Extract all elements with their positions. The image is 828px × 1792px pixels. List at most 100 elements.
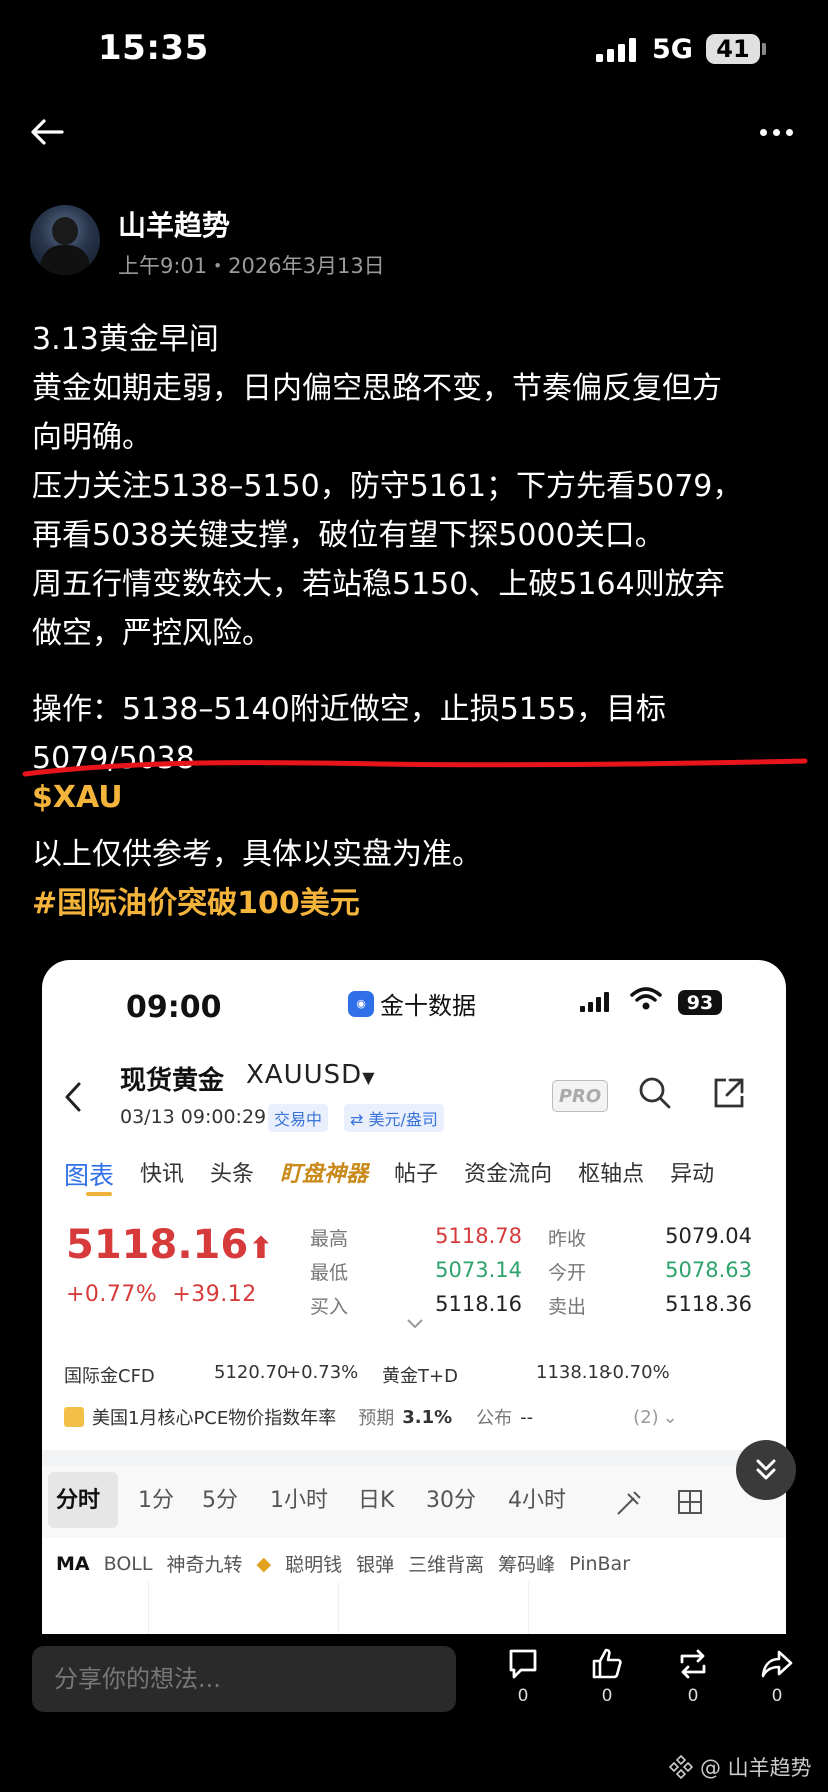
more-dot-icon xyxy=(773,128,780,136)
event-label: 美国1月核心PCE物价指数年率 xyxy=(92,1408,337,1429)
author-name[interactable]: 山羊趋势 xyxy=(118,204,230,244)
td-pct: -0.70% xyxy=(606,1362,670,1383)
active-tab-indicator xyxy=(86,1192,112,1196)
indicator-chip[interactable]: 筹码峰 xyxy=(498,1550,555,1577)
share-out-icon[interactable] xyxy=(712,1076,746,1110)
unit-badge[interactable]: ⇄ 美元/盎司 xyxy=(344,1104,444,1132)
comment-button[interactable]: 0 xyxy=(498,1646,548,1706)
period-30m[interactable]: 30分 xyxy=(426,1482,476,1514)
post-line: 再看5038关键支撑，破位有望下探5000关口。 xyxy=(32,518,665,553)
period-1m[interactable]: 1分 xyxy=(138,1482,174,1514)
tab-headlines[interactable]: 头条 xyxy=(210,1156,254,1192)
avatar[interactable] xyxy=(30,205,100,275)
wifi-icon xyxy=(630,987,662,1010)
tab-monitor[interactable]: 盯盘神器 xyxy=(280,1156,368,1192)
share-arrow-icon xyxy=(761,1650,793,1678)
red-underline-annotation xyxy=(22,758,808,777)
tab-flash[interactable]: 快讯 xyxy=(140,1156,184,1192)
open-label: 今开 xyxy=(548,1262,587,1284)
high-label: 最高 xyxy=(310,1228,349,1250)
app-logo-icon: ◉ xyxy=(348,990,374,1017)
arrow-up-icon: ⬆ xyxy=(248,1231,274,1266)
period-timeshare[interactable]: 分时 xyxy=(56,1482,100,1514)
post-line: 黄金如期走弱，日内偏空思路不变，节奏偏反复但方 xyxy=(32,371,722,406)
cfd-value: 5120.70 xyxy=(214,1362,289,1383)
post-body: 3.13黄金早间 黄金如期走弱，日内偏空思路不变，节奏偏反复但方 向明确。 压力… xyxy=(32,315,802,658)
double-chevron-down-icon xyxy=(756,1459,776,1480)
expand-chevron-icon[interactable] xyxy=(406,1318,424,1330)
back-button[interactable] xyxy=(28,112,68,152)
expect-value: 3.1% xyxy=(402,1406,453,1428)
status-time: 15:35 xyxy=(98,28,209,68)
symbol-label: XAUUSD xyxy=(246,1060,363,1090)
arrow-left-icon xyxy=(31,119,64,145)
event-count: (2) xyxy=(633,1406,659,1428)
battery-tip xyxy=(762,43,766,55)
more-dot-icon xyxy=(786,128,793,136)
economic-event-row[interactable]: 美国1月核心PCE物价指数年率 预期 3.1% 公布 -- (2) ⌄ xyxy=(64,1404,678,1430)
thumbs-up-icon xyxy=(592,1648,622,1679)
instrument-title: 现货黄金 xyxy=(120,1066,225,1096)
share-button[interactable]: 0 xyxy=(752,1646,802,1706)
period-1h[interactable]: 1小时 xyxy=(270,1482,328,1514)
tab-fund-flow[interactable]: 资金流向 xyxy=(464,1156,552,1192)
indicator-pinbar[interactable]: PinBar xyxy=(569,1553,630,1575)
screenshot-signal-icon xyxy=(580,992,609,1012)
period-4h[interactable]: 4小时 xyxy=(508,1482,566,1514)
battery-icon: 41 xyxy=(706,34,760,64)
hashtag-link[interactable]: #国际油价突破100美元 xyxy=(32,878,360,922)
diamond-icon: ◆ xyxy=(256,1552,272,1575)
period-daily[interactable]: 日K xyxy=(358,1482,394,1514)
comment-bubble-icon xyxy=(509,1649,537,1679)
indicator-ma[interactable]: MA xyxy=(56,1553,90,1575)
repost-icon xyxy=(680,1649,706,1679)
disclaimer-text: 以上仅供参考，具体以实盘为准。 xyxy=(32,837,482,872)
screenshot-status-time: 09:00 xyxy=(126,990,222,1025)
post-line: 做空，严控风险。 xyxy=(32,616,272,651)
search-icon[interactable] xyxy=(638,1076,672,1110)
attached-screenshot[interactable]: 09:00 ◉ 金十数据 93 现货黄金 XAUUSD▼ 03/13 09:00… xyxy=(42,960,786,1660)
low-label: 最低 xyxy=(310,1262,349,1284)
td-value: 1138.18 xyxy=(536,1362,611,1383)
drawing-tool-icon[interactable] xyxy=(614,1488,644,1518)
td-label: 黄金T+D xyxy=(382,1366,458,1387)
bid-value: 5118.16 xyxy=(435,1292,522,1316)
like-count: 0 xyxy=(601,1686,613,1706)
share-count: 0 xyxy=(771,1686,783,1706)
chevron-left-icon[interactable] xyxy=(64,1082,82,1112)
repost-count: 0 xyxy=(687,1686,699,1706)
pro-button[interactable]: PRO xyxy=(552,1080,608,1112)
post-line: 3.13黄金早间 xyxy=(32,322,219,357)
scroll-down-button[interactable] xyxy=(736,1440,796,1500)
tab-posts[interactable]: 帖子 xyxy=(394,1156,438,1192)
indicator-divergence[interactable]: 三维背离 xyxy=(408,1550,484,1577)
app-name-label: 金十数据 xyxy=(380,992,476,1020)
bid-label: 买入 xyxy=(310,1296,349,1318)
indicator-smart-money[interactable]: 聪明钱 xyxy=(285,1550,342,1577)
comment-input[interactable] xyxy=(32,1646,456,1712)
post-timestamp: 上午9:01・2026年3月13日 xyxy=(118,254,385,278)
repost-button[interactable]: 0 xyxy=(668,1646,718,1706)
indicator-silver-bullet[interactable]: 银弹 xyxy=(356,1550,394,1577)
low-value: 5073.14 xyxy=(435,1258,522,1282)
tab-chart[interactable]: 图表 xyxy=(64,1156,114,1192)
tab-anomaly[interactable]: 异动 xyxy=(670,1156,714,1192)
more-dot-icon xyxy=(760,128,767,136)
period-5m[interactable]: 5分 xyxy=(202,1482,238,1514)
quote-datetime: 03/13 09:00:29 xyxy=(120,1106,267,1128)
instrument-symbol[interactable]: XAUUSD▼ xyxy=(246,1060,376,1090)
like-button[interactable]: 0 xyxy=(582,1646,632,1706)
grid-layout-icon[interactable] xyxy=(676,1488,704,1516)
more-options-button[interactable] xyxy=(760,120,800,144)
cashtag-link[interactable]: $XAU xyxy=(32,780,123,815)
indicator-td9[interactable]: 神奇九转 xyxy=(166,1550,242,1577)
indicator-bar: MA BOLL 神奇九转 ◆ 聪明钱 银弹 三维背离 筹码峰 PinBar xyxy=(56,1550,630,1577)
expect-label: 预期 xyxy=(358,1408,395,1429)
binance-logo-icon xyxy=(668,1754,694,1780)
indicator-boll[interactable]: BOLL xyxy=(104,1553,153,1575)
screenshot-tabs: 图表 快讯 头条 盯盘神器 帖子 资金流向 枢轴点 异动 xyxy=(64,1156,740,1192)
operation-line: 操作：5138–5140附近做空，止损5155，目标 xyxy=(32,692,667,727)
tab-pivot[interactable]: 枢轴点 xyxy=(578,1156,644,1192)
post-line: 周五行情变数较大，若站稳5150、上破5164则放弃 xyxy=(32,567,725,602)
avatar-head xyxy=(52,217,78,245)
